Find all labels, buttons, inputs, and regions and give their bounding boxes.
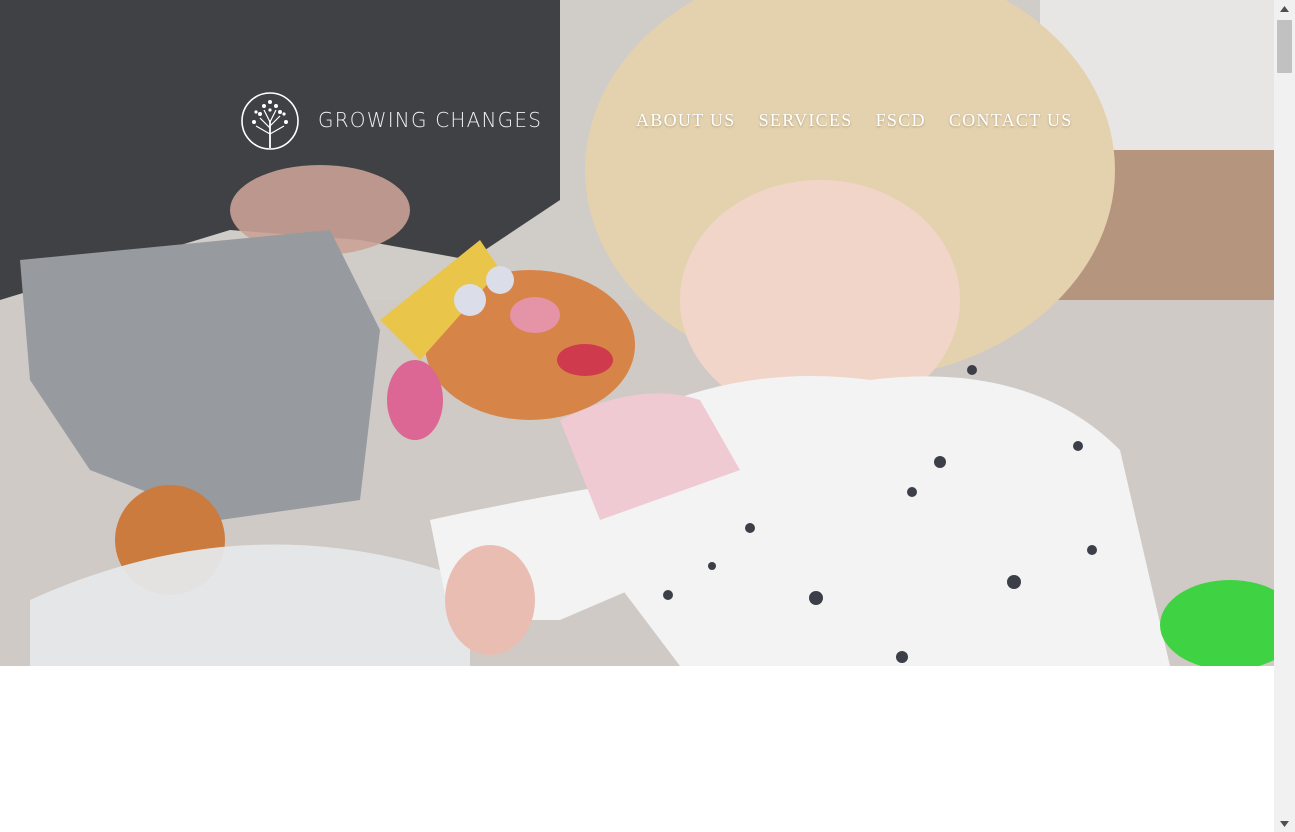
nav-contact-us[interactable]: CONTACT US	[949, 107, 1073, 133]
main-navigation: ABOUT US SERVICES FSCD CONTACT US	[636, 107, 1073, 133]
arrow-down-icon	[1280, 820, 1289, 827]
arrow-up-icon	[1280, 5, 1289, 12]
site-logo[interactable]: GROWING CHANGES	[240, 90, 543, 152]
site-header: GROWING CHANGES ABOUT US SERVICES FSCD C…	[0, 0, 1274, 200]
hero-banner: GROWING CHANGES ABOUT US SERVICES FSCD C…	[0, 0, 1274, 666]
page-content	[0, 666, 1274, 832]
brand-name: GROWING CHANGES	[318, 108, 543, 132]
scrollbar-thumb[interactable]	[1277, 20, 1292, 73]
nav-fscd[interactable]: FSCD	[876, 107, 926, 133]
vertical-scrollbar[interactable]	[1274, 0, 1295, 832]
scroll-down-button[interactable]	[1274, 815, 1295, 832]
nav-services[interactable]: SERVICES	[759, 107, 853, 133]
scroll-up-button[interactable]	[1274, 0, 1295, 17]
tree-in-circle-icon	[241, 92, 299, 150]
nav-about-us[interactable]: ABOUT US	[636, 107, 736, 133]
